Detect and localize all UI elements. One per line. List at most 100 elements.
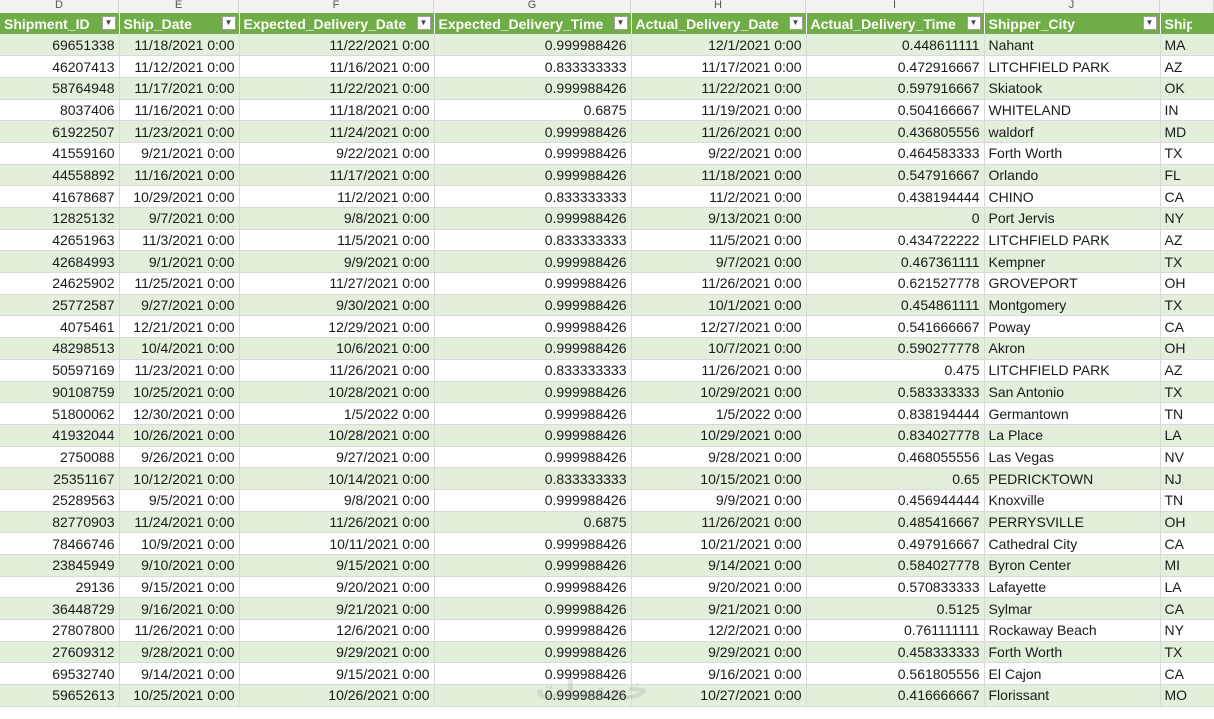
table-cell[interactable]: 0.456944444	[806, 489, 985, 512]
table-cell[interactable]: TX	[1160, 641, 1214, 664]
table-cell[interactable]: 59652613	[0, 684, 120, 707]
table-cell[interactable]: waldorf	[984, 120, 1161, 143]
table-cell[interactable]: TX	[1160, 142, 1214, 165]
table-cell[interactable]: 11/17/2021 0:00	[119, 77, 240, 100]
table-cell[interactable]: 10/28/2021 0:00	[239, 424, 435, 447]
table-cell[interactable]: 0.999988426	[434, 34, 632, 57]
column-letter[interactable]	[1160, 0, 1214, 13]
table-cell[interactable]: 0.541666667	[806, 315, 985, 339]
table-cell[interactable]: 11/26/2021 0:00	[631, 272, 807, 295]
table-cell[interactable]: 0.6875	[434, 99, 632, 122]
table-cell[interactable]: 11/17/2021 0:00	[631, 55, 807, 78]
table-cell[interactable]: 12/6/2021 0:00	[239, 619, 435, 642]
table-cell[interactable]: 0.561805556	[806, 662, 985, 686]
table-cell[interactable]: PEDRICKTOWN	[984, 467, 1161, 490]
table-cell[interactable]: TX	[1160, 381, 1214, 404]
table-cell[interactable]: 11/2/2021 0:00	[631, 185, 807, 208]
table-cell[interactable]: 9/9/2021 0:00	[631, 489, 807, 512]
table-cell[interactable]: 0.472916667	[806, 55, 985, 78]
table-cell[interactable]: 48298513	[0, 337, 120, 360]
table-cell[interactable]: 11/16/2021 0:00	[239, 55, 435, 78]
table-cell[interactable]: NY	[1160, 619, 1214, 642]
table-cell[interactable]: 9/28/2021 0:00	[119, 641, 240, 664]
table-cell[interactable]: 10/12/2021 0:00	[119, 467, 240, 490]
table-cell[interactable]: 0.454861111	[806, 294, 985, 317]
table-cell[interactable]: MD	[1160, 120, 1214, 143]
table-cell[interactable]: 0.999988426	[434, 337, 632, 360]
table-cell[interactable]: 9/13/2021 0:00	[631, 207, 807, 230]
table-cell[interactable]: 9/21/2021 0:00	[631, 597, 807, 621]
table-cell[interactable]: 10/29/2021 0:00	[631, 424, 807, 447]
table-cell[interactable]: OH	[1160, 337, 1214, 360]
table-cell[interactable]: 12/30/2021 0:00	[119, 402, 240, 425]
table-cell[interactable]: 10/7/2021 0:00	[631, 337, 807, 360]
table-cell[interactable]: 0.999988426	[434, 424, 632, 447]
table-cell[interactable]: 0.999988426	[434, 641, 632, 664]
table-cell[interactable]: Lafayette	[984, 576, 1161, 599]
table-cell[interactable]: 90108759	[0, 381, 120, 404]
table-cell[interactable]: 0.436805556	[806, 120, 985, 143]
table-cell[interactable]: 0.448611111	[806, 34, 985, 57]
table-cell[interactable]: 11/26/2021 0:00	[631, 359, 807, 382]
filter-dropdown-icon[interactable]: ▼	[221, 16, 236, 30]
table-cell[interactable]: 9/9/2021 0:00	[239, 250, 435, 274]
table-cell[interactable]: 0.999988426	[434, 619, 632, 642]
table-cell[interactable]: 1/5/2022 0:00	[239, 402, 435, 425]
filter-dropdown-icon[interactable]: ▼	[1142, 16, 1157, 30]
table-cell[interactable]: Forth Worth	[984, 641, 1161, 664]
table-cell[interactable]: San Antonio	[984, 381, 1161, 404]
table-cell[interactable]: GROVEPORT	[984, 272, 1161, 295]
table-cell[interactable]: CA	[1160, 315, 1214, 339]
table-cell[interactable]: 9/14/2021 0:00	[119, 662, 240, 686]
table-cell[interactable]: 0.999988426	[434, 272, 632, 295]
table-cell[interactable]: 11/2/2021 0:00	[239, 185, 435, 208]
table-cell[interactable]: 8037406	[0, 99, 120, 122]
table-cell[interactable]: Akron	[984, 337, 1161, 360]
table-cell[interactable]: 0.583333333	[806, 381, 985, 404]
table-cell[interactable]: AZ	[1160, 229, 1214, 252]
table-cell[interactable]: 9/28/2021 0:00	[631, 446, 807, 469]
filter-dropdown-icon[interactable]: ▼	[966, 16, 981, 30]
table-cell[interactable]: 41559160	[0, 142, 120, 165]
table-cell[interactable]: 0.833333333	[434, 359, 632, 382]
table-cell[interactable]: 27807800	[0, 619, 120, 642]
table-cell[interactable]: TN	[1160, 489, 1214, 512]
table-cell[interactable]: 10/25/2021 0:00	[119, 684, 240, 707]
table-cell[interactable]: 0.834027778	[806, 424, 985, 447]
table-cell[interactable]: 10/15/2021 0:00	[631, 467, 807, 490]
table-cell[interactable]: 11/26/2021 0:00	[239, 359, 435, 382]
table-cell[interactable]: 10/29/2021 0:00	[119, 185, 240, 208]
table-cell[interactable]: 0.570833333	[806, 576, 985, 599]
table-cell[interactable]: 0.999988426	[434, 532, 632, 555]
table-cell[interactable]: 0.833333333	[434, 229, 632, 252]
table-cell[interactable]: Nahant	[984, 34, 1161, 57]
table-cell[interactable]: 9/15/2021 0:00	[239, 662, 435, 686]
table-cell[interactable]: 10/26/2021 0:00	[239, 684, 435, 707]
table-cell[interactable]: LITCHFIELD PARK	[984, 229, 1161, 252]
table-cell[interactable]: 11/23/2021 0:00	[119, 120, 240, 143]
table-cell[interactable]: 10/14/2021 0:00	[239, 467, 435, 490]
table-cell[interactable]: 11/22/2021 0:00	[631, 77, 807, 100]
table-cell[interactable]: 12/29/2021 0:00	[239, 315, 435, 339]
table-cell[interactable]: 10/9/2021 0:00	[119, 532, 240, 555]
filter-dropdown-icon[interactable]: ▼	[416, 16, 431, 30]
table-cell[interactable]: Skiatook	[984, 77, 1161, 100]
table-cell[interactable]: Forth Worth	[984, 142, 1161, 165]
table-cell[interactable]: Montgomery	[984, 294, 1161, 317]
table-cell[interactable]: 1/5/2022 0:00	[631, 402, 807, 425]
column-header[interactable]: Ship_Date ▼	[119, 13, 240, 34]
table-cell[interactable]: 11/24/2021 0:00	[239, 120, 435, 143]
table-cell[interactable]: 0.999988426	[434, 120, 632, 143]
table-cell[interactable]: 29136	[0, 576, 120, 599]
column-header[interactable]: Actual_Delivery_Time ▼	[806, 13, 985, 34]
table-cell[interactable]: OH	[1160, 272, 1214, 295]
table-cell[interactable]: 2750088	[0, 446, 120, 469]
table-cell[interactable]: 0.416666667	[806, 684, 985, 707]
column-letter[interactable]: I	[806, 0, 984, 13]
table-cell[interactable]: 11/19/2021 0:00	[631, 99, 807, 122]
table-cell[interactable]: 0.468055556	[806, 446, 985, 469]
table-cell[interactable]: 9/7/2021 0:00	[631, 250, 807, 274]
table-cell[interactable]: MI	[1160, 554, 1214, 577]
table-cell[interactable]: La Place	[984, 424, 1161, 447]
table-cell[interactable]: OH	[1160, 511, 1214, 534]
